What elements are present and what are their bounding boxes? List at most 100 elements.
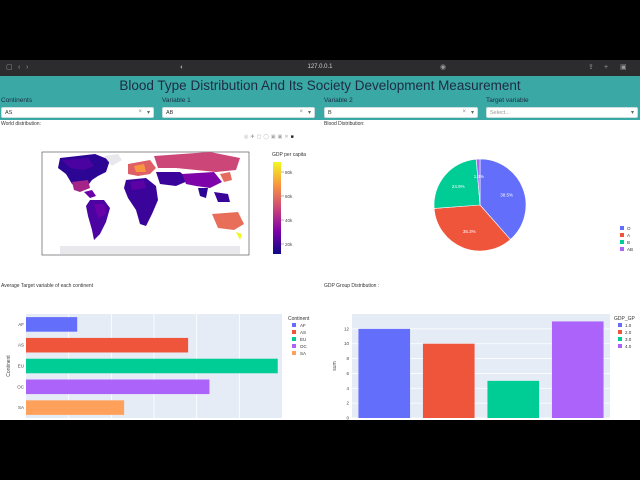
- app-window: ▢ ‹ › ◐ 127.0.0.1 ◉ ⇪ + ▣ Blood Type Dis…: [0, 60, 640, 420]
- pie-slice-label: 24.9%: [452, 184, 465, 189]
- y-tick-label: 0: [346, 416, 349, 421]
- y-tick-label: 8: [346, 356, 349, 361]
- legend-swatch[interactable]: [618, 323, 622, 327]
- lasso-icon[interactable]: ◯: [263, 134, 271, 140]
- legend-item[interactable]: 3.0: [625, 337, 632, 342]
- legend-item[interactable]: A: [627, 233, 630, 238]
- legend-item[interactable]: O: [627, 226, 631, 231]
- y-tick-label: AS: [18, 343, 24, 348]
- share-icon[interactable]: ⇪: [588, 64, 594, 72]
- legend-swatch[interactable]: [292, 351, 296, 355]
- bar-gdp-1[interactable]: [358, 328, 411, 418]
- pie-slice-label: 35.3%: [463, 229, 476, 234]
- y-tick-label: 4: [346, 386, 349, 391]
- legend-item[interactable]: AS: [300, 330, 306, 335]
- legend-swatch[interactable]: [618, 337, 622, 341]
- legend-swatch[interactable]: [620, 233, 624, 237]
- pie-chart[interactable]: 38.5%35.3%24.9%1.3%OABAB: [420, 155, 640, 275]
- chevron-down-icon[interactable]: ▾: [308, 109, 311, 116]
- map-colorbar: GDP per capita 80k 60k 40k 20k: [272, 152, 306, 254]
- variable2-label: Variable 2: [324, 97, 353, 104]
- bar-sa[interactable]: [26, 400, 125, 415]
- continents-dropdown[interactable]: AS × ▾: [1, 107, 154, 118]
- y-axis-label: sum: [332, 361, 338, 370]
- colorbar-tick-label: 60k: [285, 194, 293, 199]
- bar-af[interactable]: [26, 317, 78, 332]
- legend-swatch[interactable]: [620, 247, 624, 251]
- legend-item[interactable]: 2.0: [625, 330, 632, 335]
- target-variable-dropdown[interactable]: Select... ▾: [486, 107, 638, 118]
- legend-swatch[interactable]: [620, 240, 624, 244]
- legend-item[interactable]: EU: [300, 337, 306, 342]
- plotly-logo-icon[interactable]: ■: [291, 134, 296, 140]
- legend-item[interactable]: AF: [300, 323, 306, 328]
- browser-toolbar: ▢ ‹ › ◐ 127.0.0.1 ◉ ⇪ + ▣: [0, 60, 640, 76]
- clear-icon[interactable]: ×: [138, 109, 142, 115]
- variable1-dropdown[interactable]: AB × ▾: [162, 107, 315, 118]
- colorbar-tick-label: 20k: [285, 242, 293, 247]
- colorbar-gradient: [273, 162, 281, 254]
- avg-target-label: Average Target variable of each continen…: [1, 283, 94, 289]
- gdp-group-label: GDP Group Distribution :: [324, 283, 380, 289]
- continents-label: Continents: [1, 97, 33, 104]
- chevron-down-icon[interactable]: ▾: [471, 109, 474, 116]
- bar-oc[interactable]: [26, 379, 210, 395]
- clear-icon[interactable]: ×: [462, 109, 466, 115]
- y-tick-label: OC: [17, 384, 25, 389]
- bar-as[interactable]: [26, 337, 189, 353]
- variable1-value: AB: [166, 110, 174, 116]
- chevron-down-icon[interactable]: ▾: [147, 109, 150, 116]
- gdp-group-chart[interactable]: 0 2 4 6 8 10 12 sum GDP_GP1.0 2.0 3.0 4.0: [320, 310, 640, 420]
- y-tick-label: 2: [346, 401, 349, 406]
- legend-swatch[interactable]: [292, 330, 296, 334]
- continents-value: AS: [5, 110, 13, 116]
- extensions-icon[interactable]: ◉: [440, 64, 446, 72]
- legend-swatch[interactable]: [292, 337, 296, 341]
- header: Blood Type Distribution And Its Society …: [0, 76, 640, 96]
- zoom-in-icon[interactable]: ▣: [271, 134, 278, 140]
- forward-icon[interactable]: ›: [26, 64, 28, 72]
- legend-swatch[interactable]: [292, 323, 296, 327]
- legend-swatch[interactable]: [618, 330, 622, 334]
- back-icon[interactable]: ‹: [18, 64, 20, 72]
- y-tick-label: AF: [18, 322, 24, 327]
- legend-item[interactable]: SA: [300, 351, 306, 356]
- world-distribution-label: World distribution:: [1, 121, 41, 127]
- legend-swatch[interactable]: [292, 344, 296, 348]
- colorbar-tick-label: 80k: [285, 170, 293, 175]
- y-tick-label: 12: [344, 326, 350, 331]
- page-title: Blood Type Distribution And Its Society …: [119, 78, 521, 93]
- avg-target-chart[interactable]: AFASEUOCSAContinentContinentAFASEUOCSA: [0, 310, 320, 420]
- new-tab-icon[interactable]: +: [604, 64, 608, 72]
- legend-swatch[interactable]: [620, 226, 624, 230]
- bar-gdp-4[interactable]: [551, 321, 604, 418]
- legend-item[interactable]: B: [627, 240, 630, 245]
- legend-item[interactable]: AB: [627, 247, 633, 252]
- tab-overview-icon[interactable]: ▣: [620, 64, 627, 72]
- legend-title: Continent: [288, 316, 310, 322]
- pie-slice-label: 1.3%: [474, 174, 484, 179]
- sidebar-toggle-icon[interactable]: ▢: [6, 64, 13, 72]
- address-bar[interactable]: 127.0.0.1: [290, 64, 350, 70]
- y-tick-label: SA: [18, 405, 24, 410]
- y-axis-label: Continent: [6, 355, 12, 377]
- clear-icon[interactable]: ×: [299, 109, 303, 115]
- legend-item[interactable]: OC: [300, 344, 308, 349]
- bar-gdp-2[interactable]: [422, 343, 475, 418]
- variable1-label: Variable 1: [162, 97, 191, 104]
- y-tick-label: 10: [344, 341, 350, 346]
- y-tick-label: EU: [18, 364, 24, 369]
- bar-gdp-3[interactable]: [487, 380, 540, 418]
- variable2-dropdown[interactable]: B × ▾: [324, 107, 478, 118]
- shield-icon: ◐: [180, 64, 185, 71]
- blood-distribution-label: Blood Distribution:: [324, 121, 365, 127]
- pie-slice-label: 38.5%: [500, 192, 513, 197]
- target-variable-label: Target variable: [486, 97, 529, 104]
- legend-swatch[interactable]: [618, 344, 622, 348]
- filter-bar: Continents AS × ▾ Variable 1 AB × ▾ Vari…: [0, 96, 640, 120]
- chevron-down-icon[interactable]: ▾: [631, 109, 634, 116]
- colorbar-title: GDP per capita: [272, 152, 306, 158]
- bar-eu[interactable]: [26, 358, 278, 374]
- legend-item[interactable]: 4.0: [625, 344, 632, 349]
- legend-item[interactable]: 1.0: [625, 323, 632, 328]
